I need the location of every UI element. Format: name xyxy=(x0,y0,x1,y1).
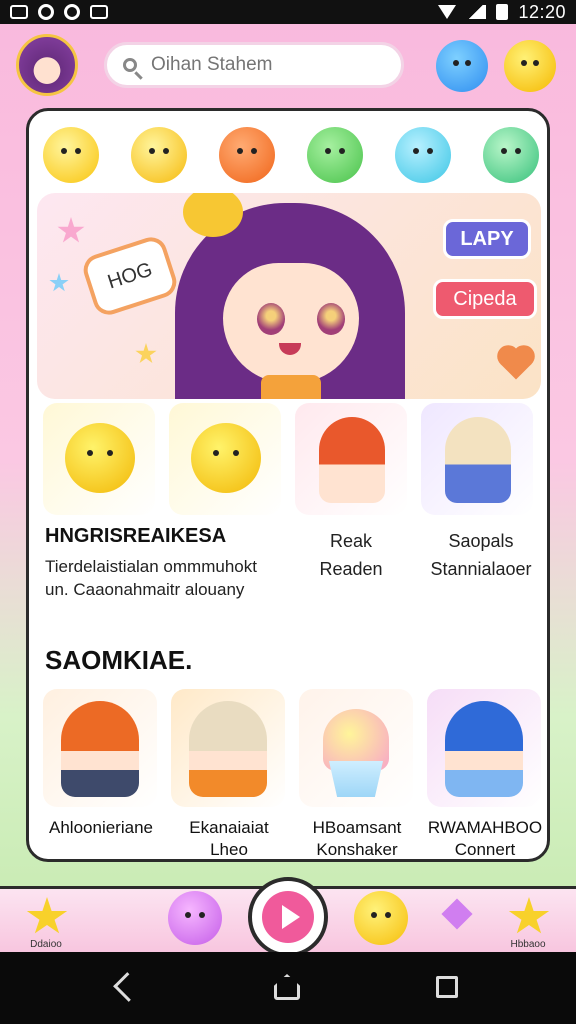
sticker-caption: HBoamsant Konshaker xyxy=(312,818,402,859)
sticker-tile[interactable] xyxy=(421,403,533,515)
sticker-tile[interactable] xyxy=(169,403,281,515)
status-bar: 12:20 xyxy=(0,0,576,24)
lapy-button[interactable]: LAPY xyxy=(443,219,531,259)
sticker-tile[interactable] xyxy=(299,689,413,807)
hero-girl-illustration xyxy=(165,193,415,399)
heart-nav-icon[interactable] xyxy=(441,898,473,930)
section-description: Tierdelaistialan ommmuhokt un. Caaonahma… xyxy=(45,557,257,599)
mascot-row xyxy=(43,119,539,191)
cream-hair-girl-sticker-icon xyxy=(189,701,267,797)
nav-label: Hbbaoo xyxy=(510,939,546,950)
signal-icon xyxy=(466,5,487,19)
sticker-tile[interactable] xyxy=(171,689,285,807)
yellow-chick-mascot-icon[interactable] xyxy=(43,127,99,183)
yellow-bear-mascot-icon[interactable] xyxy=(131,127,187,183)
item-label: Saopals Stannialaoer xyxy=(430,531,532,579)
item-label: Reak Readen xyxy=(319,531,383,579)
play-icon xyxy=(262,891,314,943)
star-decoration-icon xyxy=(135,343,157,364)
bottom-nav: Ddaioo Hbbaoo xyxy=(0,877,576,957)
app-header xyxy=(0,24,576,104)
green-hair-girl-icon[interactable] xyxy=(483,127,539,183)
green-mascot-icon[interactable] xyxy=(307,127,363,183)
sticker-caption: Ekanaiaiat Lheo xyxy=(189,818,269,859)
yellow-bear-sticker-icon xyxy=(191,423,261,493)
back-icon[interactable] xyxy=(113,972,143,1002)
system-nav-bar xyxy=(0,952,576,1024)
heart-icon xyxy=(500,348,532,380)
notification-icon xyxy=(10,5,28,19)
blue-hair-girl-sticker-icon xyxy=(445,701,523,797)
recents-icon[interactable] xyxy=(436,976,458,998)
pink-bear-nav-icon[interactable] xyxy=(168,891,222,945)
nav-label: Ddaioo xyxy=(30,939,62,950)
status-time: 12:20 xyxy=(518,1,566,22)
yellow-bear-sticker-icon xyxy=(65,423,135,493)
sticker-caption: Ahloonieriane xyxy=(49,818,153,837)
play-button[interactable] xyxy=(248,877,328,957)
sticker-tile[interactable] xyxy=(43,689,157,807)
app-notification-icon xyxy=(38,4,54,20)
cipeda-button[interactable]: Cipeda xyxy=(433,279,537,319)
orange-bear-mascot-icon[interactable] xyxy=(219,127,275,183)
star-nav-icon[interactable] xyxy=(26,897,68,934)
blue-mascot-icon[interactable] xyxy=(436,40,488,92)
star-nav-icon[interactable] xyxy=(508,897,550,934)
cyan-hair-girl-icon[interactable] xyxy=(395,127,451,183)
home-icon[interactable] xyxy=(274,974,300,1000)
avatar[interactable] xyxy=(16,34,78,96)
status-left-icons xyxy=(10,4,108,20)
blonde-girl-sticker-icon xyxy=(445,417,511,503)
search-input[interactable] xyxy=(149,53,373,77)
star-decoration-icon xyxy=(57,217,85,243)
sticker-tile[interactable] xyxy=(295,403,407,515)
main-card: HOG LAPY Cipeda HNGRISREAIKESA Tierdelai… xyxy=(26,108,550,862)
hero-banner[interactable]: HOG LAPY Cipeda xyxy=(37,193,541,399)
sync-icon xyxy=(64,4,80,20)
orange-hair-girl-sticker-icon xyxy=(61,701,139,797)
section-title: SAOMKIAE. xyxy=(45,645,193,675)
message-icon xyxy=(90,5,108,19)
section-title: HNGRISREAIKESA xyxy=(45,525,227,547)
yellow-mascot-icon[interactable] xyxy=(504,40,556,92)
sticker-tile[interactable] xyxy=(43,403,155,515)
search-icon xyxy=(123,58,137,72)
search-bar[interactable] xyxy=(104,42,404,88)
star-decoration-icon xyxy=(49,273,69,292)
sticker-caption: RWAMAHBOO Connert xyxy=(427,818,543,859)
sticker-tile[interactable] xyxy=(427,689,541,807)
red-hair-girl-sticker-icon xyxy=(319,417,385,503)
battery-icon xyxy=(496,4,509,20)
yellow-bear-nav-icon[interactable] xyxy=(354,891,408,945)
wifi-icon xyxy=(438,5,457,19)
status-right-icons: 12:20 xyxy=(438,2,566,23)
